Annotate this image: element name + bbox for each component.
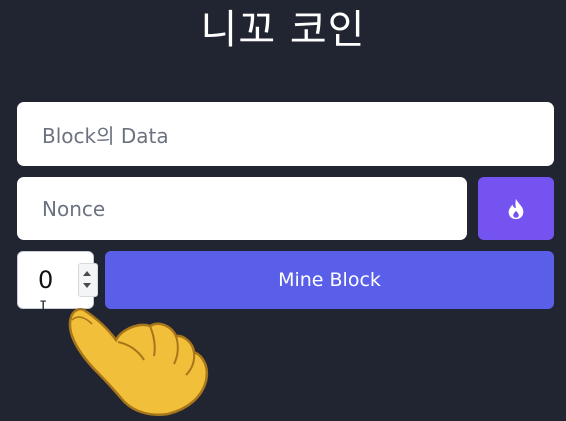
text-cursor-icon: I (39, 299, 48, 315)
stepper-value: 0 (38, 266, 54, 294)
fire-button[interactable] (478, 177, 554, 240)
mine-block-label: Mine Block (278, 269, 381, 291)
chevron-up-icon[interactable] (83, 271, 91, 276)
nonce-placeholder: Nonce (42, 196, 106, 221)
block-data-input[interactable]: Block의 Data (17, 102, 554, 166)
block-data-placeholder: Block의 Data (42, 123, 169, 148)
chevron-down-icon[interactable] (83, 283, 91, 288)
stepper-spin-buttons[interactable] (78, 263, 98, 297)
fire-icon (508, 198, 524, 219)
nonce-input[interactable]: Nonce (17, 177, 467, 240)
pointing-hand-icon (68, 308, 209, 416)
page-title: 니꼬 코인 (200, 7, 366, 53)
